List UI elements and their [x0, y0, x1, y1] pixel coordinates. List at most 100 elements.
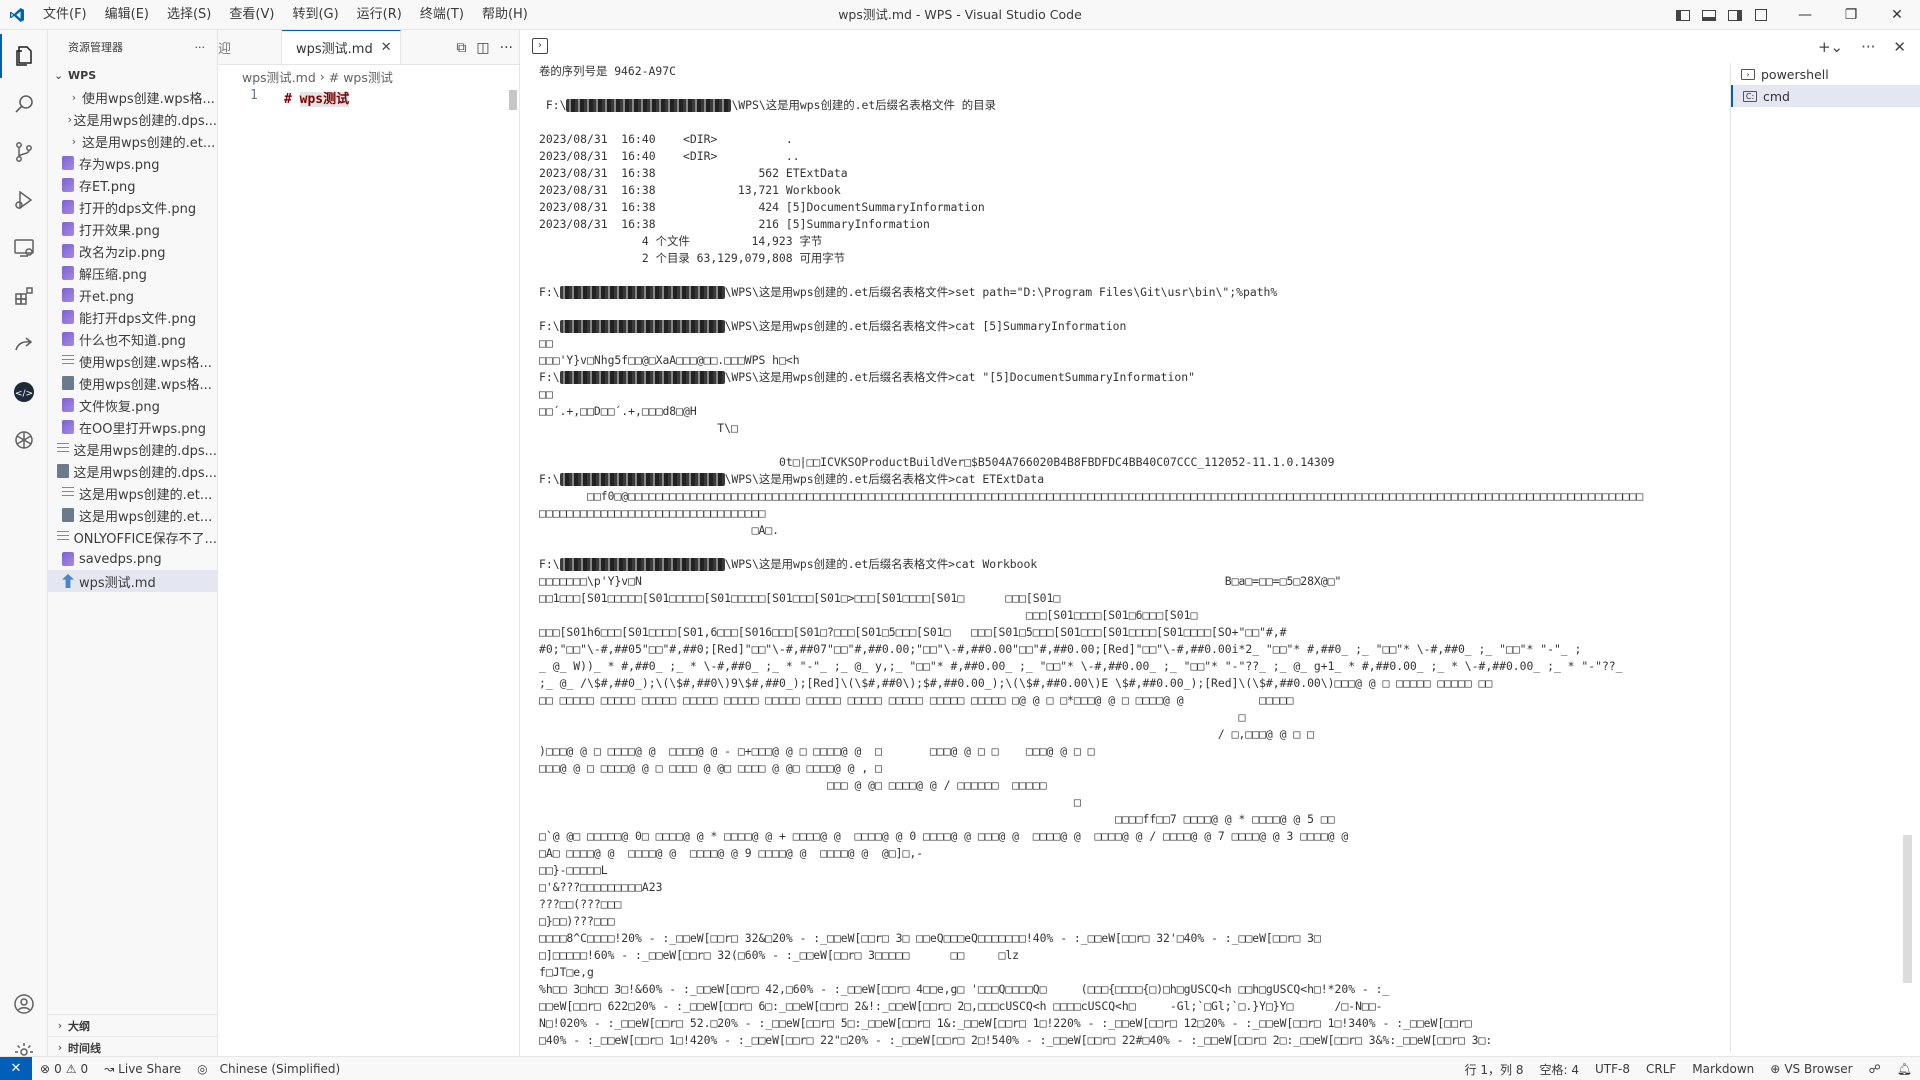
terminal-line: F:\ \WPS\这是用wps创建的.et后缀名表格文件>cat [5]Summa… [539, 319, 1127, 333]
indentation[interactable]: 空格: 4 [1532, 1061, 1588, 1078]
customize-layout-icon[interactable] [1748, 0, 1774, 30]
tree-item[interactable]: wps测试.md [48, 570, 217, 592]
tree-item-label: 这是用wps创建的.et... [79, 509, 213, 525]
language-mode[interactable]: Markdown [1684, 1062, 1762, 1076]
encoding[interactable]: UTF-8 [1587, 1062, 1638, 1076]
openai-icon[interactable] [0, 418, 48, 462]
notifications-bell-icon[interactable]: 🔔︎ [1889, 1062, 1920, 1076]
chevron-down-icon: ⌄ [54, 68, 64, 82]
vs-browser-label: VS Browser [1784, 1062, 1853, 1076]
live-share-icon[interactable] [0, 322, 48, 366]
terminal-line: 0t□|□□ICVKSOProductBuildVer□$B504A766020… [539, 455, 1335, 469]
account-icon[interactable] [0, 982, 48, 1026]
more-actions-button[interactable]: ··· [195, 41, 206, 54]
tree-item[interactable]: 在OO里打开wps.png [48, 416, 217, 438]
image-file-icon [62, 266, 74, 280]
tree-item[interactable]: 这是用wps创建的.dps... [48, 460, 217, 482]
search-icon[interactable] [0, 82, 48, 126]
menu-item[interactable]: 文件(F) [34, 0, 96, 30]
new-terminal-icon[interactable]: +⌄ [1818, 38, 1843, 56]
run-debug-icon[interactable] [0, 178, 48, 222]
menu-item[interactable]: 转到(G) [283, 0, 347, 30]
tree-item-label: 什么也不知道.png [79, 333, 186, 349]
terminal-tab-powershell[interactable]: › powershell [1731, 63, 1920, 85]
tree-item[interactable]: 存ET.png [48, 174, 217, 196]
explorer-title: 资源管理器 [68, 41, 123, 54]
chat-icon[interactable]: </> [0, 370, 48, 414]
tree-item[interactable]: 打开效果.png [48, 218, 217, 240]
tree-item[interactable]: 使用wps创建.wps格... [48, 350, 217, 372]
tree-item[interactable]: ONLYOFFICE保存不了... [48, 526, 217, 548]
split-editor-icon[interactable]: ◫ [476, 40, 489, 56]
tree-item[interactable]: 解压缩.png [48, 262, 217, 284]
more-actions-icon[interactable]: ··· [500, 40, 513, 56]
vs-browser-status[interactable]: ⊕ VS Browser [1762, 1062, 1860, 1076]
feedback-icon[interactable]: ☍ [1861, 1062, 1889, 1076]
tree-item[interactable]: 这是用wps创建的.et... [48, 482, 217, 504]
title-bar: 文件(F) 编辑(E) 选择(S) 查看(V) 转到(G) 运行(R) 终端(T) 帮助(H)… [0, 0, 1920, 30]
tree-item[interactable]: 改名为zip.png [48, 240, 217, 262]
menu-item[interactable]: 选择(S) [158, 0, 220, 30]
menu-item[interactable]: 编辑(E) [96, 0, 158, 30]
toggle-secondary-sidebar-icon[interactable] [1722, 0, 1748, 30]
source-control-icon[interactable] [0, 130, 48, 174]
tree-item[interactable]: 这是用wps创建的.dps... [48, 438, 217, 460]
image-file-icon [62, 178, 74, 192]
timeline-section[interactable]: › 时间线 [48, 1036, 217, 1056]
tree-item[interactable]: 开et.png [48, 284, 217, 306]
breadcrumb-file[interactable]: wps测试.md [242, 67, 316, 86]
tree-item[interactable]: 使用wps创建.wps格... [48, 372, 217, 394]
redacted-path [566, 99, 732, 112]
tree-item[interactable]: 文件恢复.png [48, 394, 217, 416]
terminal-output[interactable]: 卷的序列号是 9462-A97C F:\ \WPS\这是用wps创建的.et后缀名… [539, 63, 1839, 1053]
tree-item[interactable]: 打开的dps文件.png [48, 196, 217, 218]
terminal-line: □□□ @ @□ □□□□@ @ / □□□□□□ □□□□□ [539, 778, 1047, 792]
tree-item[interactable]: savedps.png [48, 548, 217, 570]
tab-welcome[interactable]: 迎 [218, 30, 282, 64]
editor-scrollbar[interactable] [509, 90, 517, 110]
tree-item[interactable]: › 这是用wps创建的.et... [48, 130, 217, 152]
close-icon[interactable]: ✕ [381, 40, 392, 55]
folder-root-wps[interactable]: ⌄ WPS [48, 64, 217, 86]
end-of-line[interactable]: CRLF [1638, 1062, 1684, 1076]
line-code[interactable]: # wps测试 [284, 88, 350, 107]
live-share-status[interactable]: ↝ Live Share [96, 1062, 189, 1076]
toggle-primary-sidebar-icon[interactable] [1670, 0, 1696, 30]
tree-item[interactable]: 这是用wps创建的.et... [48, 504, 217, 526]
code-line[interactable]: 1 # wps测试 [218, 88, 519, 107]
breadcrumb-symbol[interactable]: # wps测试 [329, 67, 393, 86]
restore-button[interactable]: ❐ [1828, 0, 1874, 30]
minimize-button[interactable]: — [1782, 0, 1828, 30]
menu-item[interactable]: 查看(V) [220, 0, 283, 30]
close-panel-icon[interactable]: ✕ [1893, 38, 1906, 56]
terminal-line: □□f0□@□□□□□□□□□□□□□□□□□□□□□□□□□□□□□□□□□□… [539, 489, 1644, 503]
close-window-button[interactable]: ✕ [1874, 0, 1920, 30]
tree-item[interactable]: 什么也不知道.png [48, 328, 217, 350]
tree-item[interactable]: › 这是用wps创建的.dps... [48, 108, 217, 130]
menu-item[interactable]: 终端(T) [411, 0, 473, 30]
remote-indicator-icon[interactable]: ✕ [0, 1056, 32, 1080]
menu-item[interactable]: 帮助(H) [473, 0, 537, 30]
tab-wps-md[interactable]: wps测试.md ✕ [282, 30, 401, 64]
terminal-line: %h□□ 3□h□□ 3□!&60% - :_□□eW[□□r□ 42,□60%… [539, 982, 1390, 996]
cursor-position[interactable]: 行 1，列 8 [1457, 1061, 1532, 1078]
toggle-panel-icon[interactable] [1696, 0, 1722, 30]
outline-section[interactable]: › 大纲 [48, 1014, 217, 1036]
extensions-icon[interactable] [0, 274, 48, 318]
image-file-icon [62, 398, 74, 412]
menu-item[interactable]: 运行(R) [348, 0, 411, 30]
problems-indicator[interactable]: ⊗ 0 ⚠ 0 [32, 1062, 96, 1076]
tree-item[interactable]: › 使用wps创建.wps格... [48, 86, 217, 108]
language-pack-status[interactable]: ◎ Chinese (Simplified) [189, 1062, 348, 1076]
tree-item[interactable]: 存为wps.png [48, 152, 217, 174]
more-actions-icon[interactable]: ··· [1861, 38, 1875, 56]
tree-item[interactable]: 能打开dps文件.png [48, 306, 217, 328]
terminal-toggle-icon[interactable]: › [532, 38, 548, 54]
language-pack-label: Chinese (Simplified) [219, 1061, 341, 1076]
terminal-tab-cmd[interactable]: C: cmd [1731, 85, 1920, 107]
remote-explorer-icon[interactable] [0, 226, 48, 270]
open-preview-icon[interactable]: ⧉ [456, 40, 466, 56]
explorer-icon[interactable] [0, 34, 48, 78]
